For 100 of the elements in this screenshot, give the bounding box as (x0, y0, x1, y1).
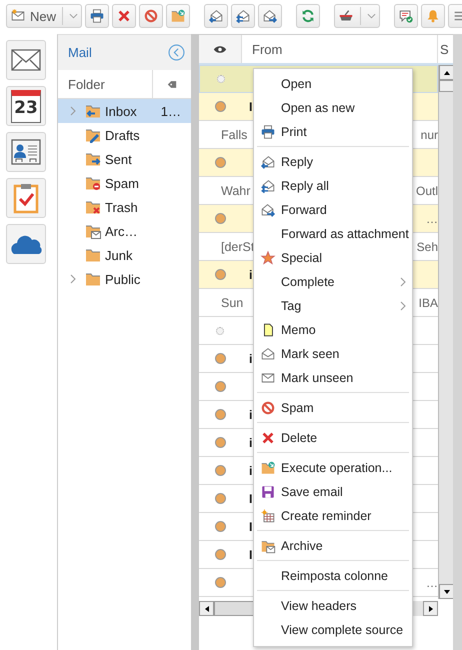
scroll-up-icon[interactable] (442, 68, 450, 76)
menu-item[interactable]: Memo (254, 318, 412, 342)
menu-item[interactable]: Forward as attachment (254, 222, 412, 246)
read-dot[interactable] (216, 326, 224, 334)
menu-item[interactable]: Tag (254, 294, 412, 318)
new-button[interactable]: New (6, 4, 82, 28)
menu-item[interactable]: Open (254, 72, 412, 96)
menu-item[interactable]: Special (254, 246, 412, 270)
folder-item[interactable]: Trash (58, 195, 191, 219)
prohibition-icon (260, 400, 276, 416)
scroll-left-icon[interactable] (202, 604, 210, 612)
column-header[interactable]: S (438, 35, 453, 63)
menu-item[interactable]: Delete (254, 426, 412, 450)
menu-item[interactable]: Save email (254, 480, 412, 504)
unread-dot[interactable] (214, 353, 226, 364)
refresh-icon (300, 8, 316, 24)
sender: I (249, 520, 252, 534)
unread-dot[interactable] (214, 101, 226, 112)
bell-button[interactable] (421, 4, 446, 28)
expand-icon[interactable] (70, 106, 76, 116)
unread-dot[interactable] (214, 549, 226, 560)
sender: i (249, 268, 252, 282)
envelope-arrow-icon (260, 154, 276, 170)
unread-dot[interactable] (214, 409, 226, 420)
folder-item[interactable]: Public (58, 267, 191, 291)
cell-text: Outl (416, 184, 438, 198)
folder-item[interactable]: Inbox 1… (58, 99, 191, 123)
calendar-date: 23 (14, 100, 38, 117)
unread-dot[interactable] (214, 577, 226, 588)
cell-text: … (426, 212, 438, 226)
open-envelope-icon (260, 346, 276, 362)
column-header[interactable]: From (242, 35, 438, 63)
unread-dot[interactable] (214, 213, 226, 224)
unread-dot[interactable] (214, 493, 226, 504)
unread-dot[interactable] (214, 157, 226, 168)
reply-button[interactable] (204, 4, 228, 28)
menu-item[interactable]: Reimposta colonne (254, 564, 412, 588)
folder-item[interactable]: Junk (58, 243, 191, 267)
menu-item[interactable]: Create reminder (254, 504, 412, 528)
menu-item[interactable]: Print (254, 120, 412, 144)
sender: I (249, 100, 252, 114)
tasks-app-button[interactable] (6, 178, 46, 218)
menu-item[interactable]: Open as new (254, 96, 412, 120)
vertical-scrollbar[interactable] (438, 65, 454, 599)
unread-dot[interactable] (214, 381, 226, 392)
cell-text: IBA (418, 296, 438, 310)
column-header[interactable]: Folder (58, 70, 153, 98)
reply-all-button[interactable] (231, 4, 256, 28)
menu-item[interactable]: Spam (254, 396, 412, 420)
unread-dot[interactable] (214, 465, 226, 476)
sender: i (249, 464, 252, 478)
preview-text: Wahr (221, 184, 250, 198)
folder-item[interactable]: Spam (58, 171, 191, 195)
scroll-right-icon[interactable] (426, 604, 434, 612)
forward-button[interactable] (258, 4, 282, 28)
unread-dot[interactable] (214, 437, 226, 448)
menu-item[interactable]: Reply all (254, 174, 412, 198)
chat-button[interactable] (394, 4, 418, 28)
folder-arrow-icon (170, 8, 186, 24)
menu-item[interactable]: Complete (254, 270, 412, 294)
cloud-app-button[interactable] (6, 224, 46, 264)
spam-button[interactable] (139, 4, 164, 28)
scroll-down-icon[interactable] (442, 588, 450, 596)
envelope-arrow-icon (208, 8, 224, 24)
refresh-button[interactable] (296, 4, 320, 28)
star-icon (260, 250, 276, 266)
chat-check-icon (398, 8, 414, 24)
calendar-sun-icon (260, 508, 276, 524)
expand-icon[interactable] (70, 274, 76, 284)
delete-button[interactable] (112, 4, 136, 28)
execute-button[interactable] (166, 4, 190, 28)
cell-text: Seh (416, 240, 438, 254)
unread-dot[interactable] (214, 521, 226, 532)
unread-dot[interactable] (214, 269, 226, 280)
read-dot[interactable] (217, 75, 225, 83)
menu-item[interactable]: Reply (254, 150, 412, 174)
folder-item[interactable]: Sent (58, 147, 191, 171)
menu-item[interactable]: View headers (254, 594, 412, 618)
print-button[interactable] (85, 4, 110, 28)
calendar-app-button[interactable]: 23 (6, 86, 46, 126)
menu-item[interactable]: Forward (254, 198, 412, 222)
eye-icon[interactable] (213, 44, 227, 54)
menu-item[interactable]: Mark seen (254, 342, 412, 366)
mail-app-button[interactable] (6, 40, 46, 80)
folder-envelope-icon (260, 538, 276, 554)
collapse-icon[interactable] (168, 44, 185, 61)
menu-item[interactable]: Mark unseen (254, 366, 412, 390)
sender: I (249, 548, 252, 562)
scroll-thumb[interactable] (439, 80, 454, 92)
basket-button[interactable] (334, 4, 380, 28)
unread-count: 1… (160, 104, 182, 118)
contacts-app-button[interactable] (6, 132, 46, 172)
tag-icon[interactable] (167, 80, 177, 88)
menu-item[interactable]: Archive (254, 534, 412, 558)
envelope-double-arrow-icon (235, 8, 252, 24)
menu-item[interactable]: Execute operation... (254, 456, 412, 480)
folder-item[interactable]: Drafts (58, 123, 191, 147)
folder-item[interactable]: Arc… (58, 219, 191, 243)
menu-item[interactable]: View complete source (254, 618, 412, 642)
preview-text: Falls (221, 128, 248, 142)
